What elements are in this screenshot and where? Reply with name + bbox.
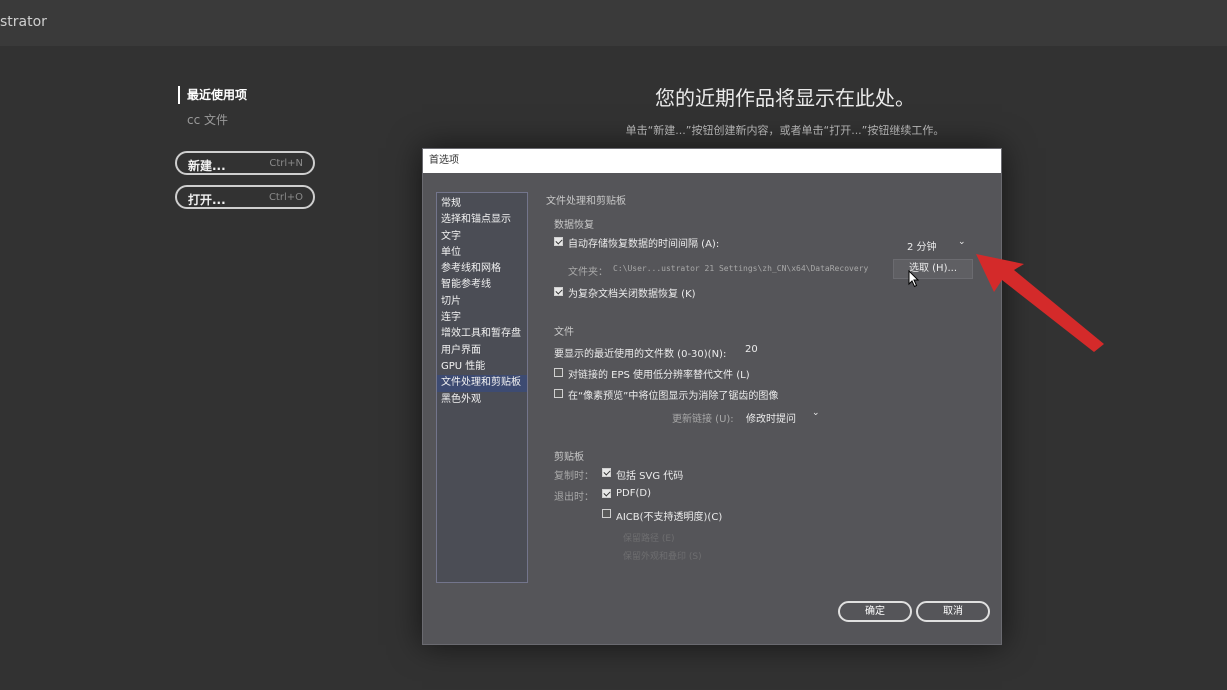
new-button-shortcut: Ctrl+N — [269, 158, 303, 169]
interval-value: 2 分钟 — [907, 242, 937, 253]
clipboard-title: 剪贴板 — [554, 452, 584, 463]
category-item[interactable]: 连字 — [437, 310, 527, 326]
preserve-appearance-option: 保留外观和叠印 (S) — [623, 552, 702, 562]
autosave-label: 自动存储恢复数据的时间间隔 (A): — [568, 239, 720, 250]
recent-count-label: 要显示的最近使用的文件数 (0-30)(N): — [554, 349, 727, 360]
category-item-selected[interactable]: 文件处理和剪贴板 — [437, 375, 527, 392]
folder-path: C:\User...ustrator 21 Settings\zh_CN\x64… — [613, 264, 869, 273]
category-item[interactable]: 切片 — [437, 294, 527, 310]
pdf-checkbox[interactable] — [602, 489, 611, 498]
chevron-down-icon[interactable]: ⌄ — [812, 408, 820, 418]
dialog-title: 首选项 — [423, 149, 1001, 173]
category-item[interactable]: 智能参考线 — [437, 277, 527, 293]
copy-label: 复制时： — [554, 471, 594, 482]
update-links-dropdown[interactable]: 修改时提问 — [746, 410, 796, 425]
recent-count-input[interactable]: 20 — [745, 344, 758, 355]
new-button-label: 新建... — [188, 159, 226, 173]
category-item[interactable]: 文字 — [437, 229, 527, 245]
hero-subtitle: 单击“新建...”按钮创建新内容，或者单击“打开...”按钮继续工作。 — [625, 124, 945, 137]
category-item[interactable]: 用户界面 — [437, 343, 527, 359]
app-title: strator — [0, 14, 47, 30]
nav-item-recent[interactable]: 最近使用项 — [178, 86, 247, 104]
category-list: 常规 选择和锚点显示 文字 单位 参考线和网格 智能参考线 切片 连字 增效工具… — [436, 192, 528, 583]
category-item[interactable]: 黑色外观 — [437, 392, 527, 408]
open-button[interactable]: 打开... Ctrl+O — [175, 185, 315, 209]
home-left-nav: 最近使用项 cc 文件 — [178, 86, 247, 128]
mouse-cursor-icon — [908, 270, 920, 288]
aicb-checkbox[interactable] — [602, 509, 611, 518]
update-links-label: 更新链接 (U): — [672, 414, 734, 425]
annotation-arrow-icon — [976, 254, 1104, 352]
folder-label: 文件夹： — [568, 267, 608, 278]
cancel-button[interactable]: 取消 — [916, 601, 990, 622]
hero-title: 您的近期作品将显示在此处。 — [655, 86, 915, 110]
category-item[interactable]: GPU 性能 — [437, 359, 527, 375]
eps-label: 对链接的 EPS 使用低分辨率替代文件 (L) — [568, 370, 750, 381]
category-item[interactable]: 常规 — [437, 196, 527, 212]
pdf-label: PDF(D) — [616, 488, 651, 499]
complex-doc-checkbox[interactable] — [554, 287, 563, 296]
category-item[interactable]: 选择和锚点显示 — [437, 212, 527, 228]
category-item[interactable]: 参考线和网格 — [437, 261, 527, 277]
preserve-paths-option: 保留路径 (E) — [623, 534, 675, 544]
files-title: 文件 — [554, 327, 574, 338]
open-button-shortcut: Ctrl+O — [268, 192, 303, 203]
ok-button[interactable]: 确定 — [838, 601, 912, 622]
eps-checkbox[interactable] — [554, 368, 563, 377]
aicb-label: AICB(不支持透明度)(C) — [616, 512, 723, 523]
data-recovery-title: 数据恢复 — [554, 220, 594, 231]
update-links-value: 修改时提问 — [746, 414, 796, 425]
category-item[interactable]: 单位 — [437, 245, 527, 261]
autosave-checkbox[interactable] — [554, 237, 563, 246]
interval-dropdown[interactable]: 2 分钟 — [907, 238, 937, 253]
svg-checkbox[interactable] — [602, 468, 611, 477]
category-item[interactable]: 增效工具和暂存盘 — [437, 326, 527, 342]
pixel-preview-label: 在“像素预览”中将位图显示为消除了锯齿的图像 — [568, 391, 779, 402]
svg-label: 包括 SVG 代码 — [616, 471, 684, 482]
new-button[interactable]: 新建... Ctrl+N — [175, 151, 315, 175]
open-button-label: 打开... — [188, 193, 226, 207]
choose-folder-button[interactable]: 选取 (H)... — [893, 259, 973, 279]
pixel-preview-checkbox[interactable] — [554, 389, 563, 398]
section-title: 文件处理和剪贴板 — [546, 196, 626, 207]
chevron-down-icon[interactable]: ⌄ — [958, 237, 966, 247]
preferences-dialog: 首选项 常规 选择和锚点显示 文字 单位 参考线和网格 智能参考线 切片 连字 … — [422, 148, 1002, 645]
complex-doc-label: 为复杂文档关闭数据恢复 (K) — [568, 289, 696, 300]
nav-item-cc-files[interactable]: cc 文件 — [178, 111, 247, 128]
app-titlebar: strator — [0, 0, 1227, 47]
exit-label: 退出时： — [554, 492, 594, 503]
